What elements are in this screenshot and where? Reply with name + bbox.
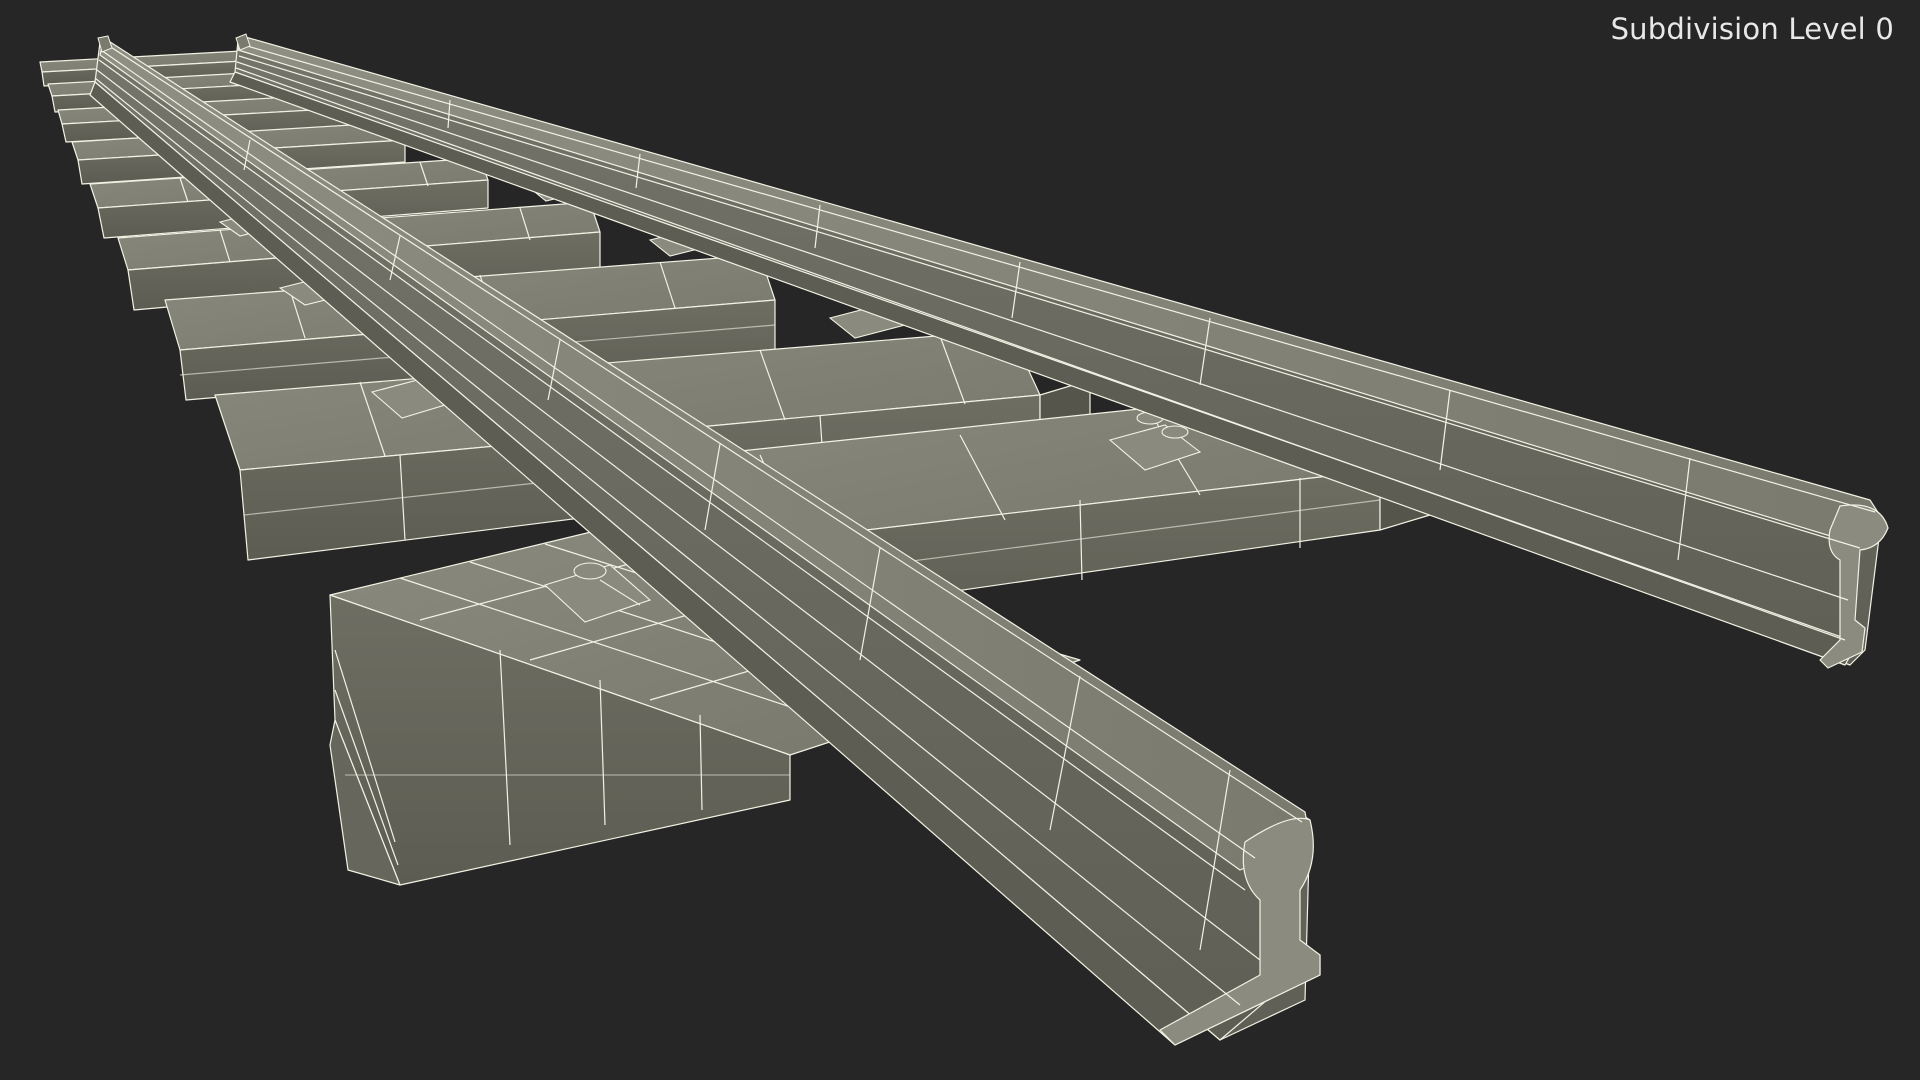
subdivision-level-label: Subdivision Level 0 [1610, 12, 1894, 46]
viewport: Subdivision Level 0 [0, 0, 1920, 1080]
railway-track-wireframe-render [39, 33, 1889, 1046]
